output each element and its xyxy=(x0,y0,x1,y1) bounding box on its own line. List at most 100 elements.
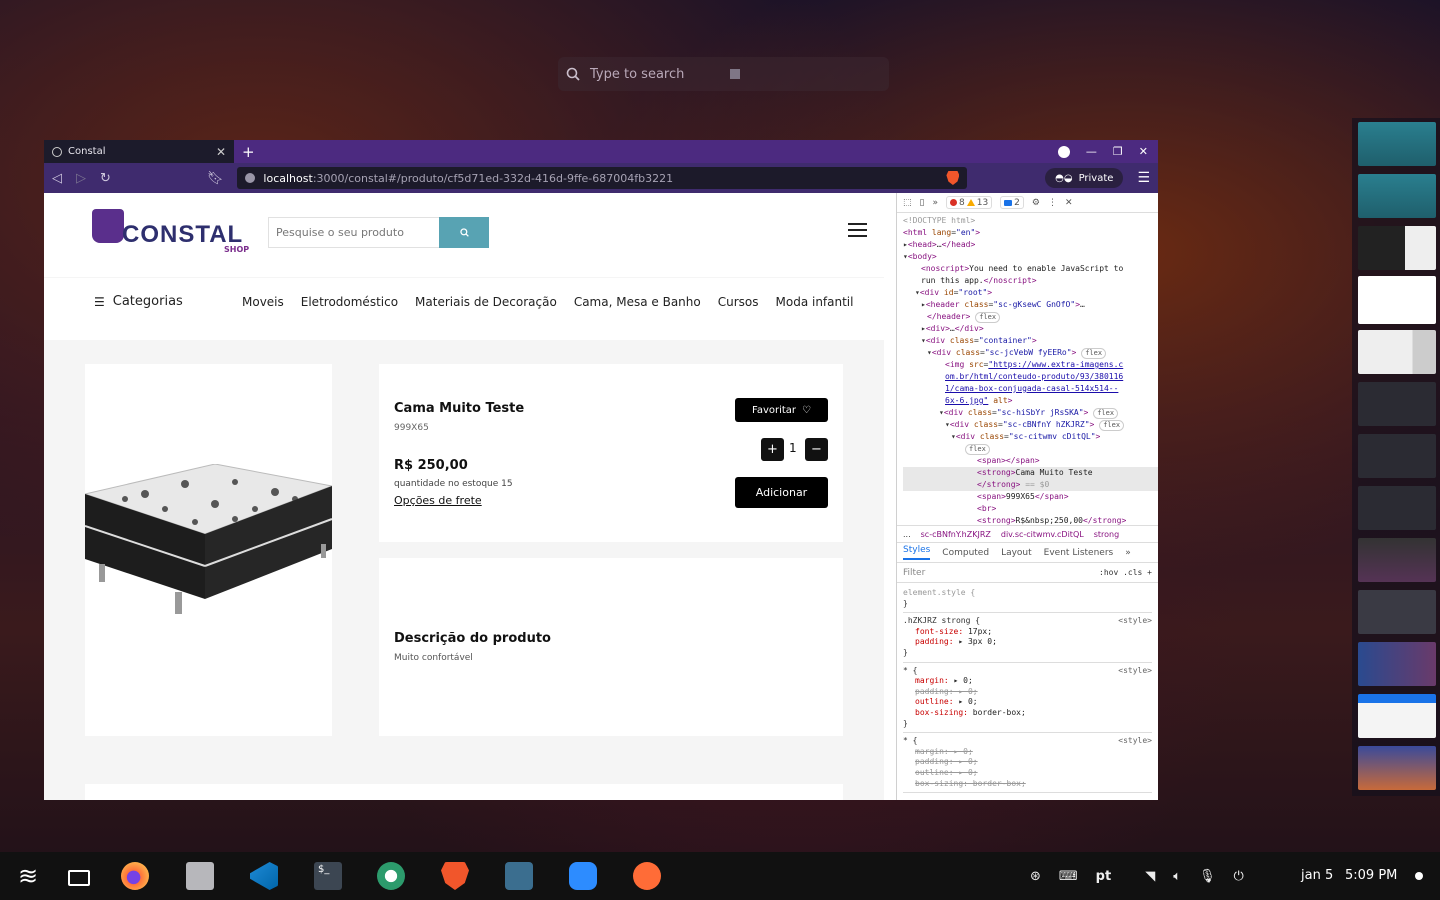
workspace-thumb[interactable] xyxy=(1358,590,1436,634)
new-tab-button[interactable]: + xyxy=(242,143,255,161)
bottom-card xyxy=(85,784,843,800)
product-search-input[interactable]: Pesquise o seu produto xyxy=(268,217,439,248)
messages-badge[interactable]: 2 xyxy=(1000,196,1024,209)
product-price: R$ 250,00 xyxy=(394,458,468,473)
workspace-thumb[interactable] xyxy=(1358,434,1436,478)
clock-time[interactable]: 5:09 PM xyxy=(1345,868,1397,883)
vscode-icon[interactable] xyxy=(250,862,278,890)
site-logo[interactable]: CONSTAL SHOP xyxy=(92,209,252,255)
workspace-thumb-active[interactable] xyxy=(1358,276,1436,324)
favorite-button[interactable]: Favoritar ♡ xyxy=(735,398,828,422)
workspaces-icon[interactable] xyxy=(68,870,90,886)
tab-layout[interactable]: Layout xyxy=(1001,548,1032,558)
workspace-thumb[interactable] xyxy=(1358,226,1436,270)
warning-count: 13 xyxy=(976,197,989,208)
workspace-thumb[interactable] xyxy=(1358,538,1436,582)
workspace-thumb[interactable] xyxy=(1358,174,1436,218)
keyboard-icon[interactable]: ⌨ xyxy=(1059,869,1078,884)
volume-icon[interactable]: 🔈︎ xyxy=(1173,869,1181,884)
back-icon[interactable]: ◁ xyxy=(52,171,62,186)
postman-icon[interactable] xyxy=(633,862,661,890)
breadcrumb-item[interactable]: ... xyxy=(903,530,911,539)
clock-date[interactable]: jan 5 xyxy=(1301,868,1333,883)
categories-menu[interactable]: ☰ Categorias xyxy=(94,294,183,309)
breadcrumb-item[interactable]: strong xyxy=(1094,530,1119,539)
tab-styles[interactable]: Styles xyxy=(903,545,931,560)
power-icon[interactable]: ⏻ xyxy=(1234,869,1244,884)
private-badge[interactable]: ◓◒ Private xyxy=(1045,168,1124,188)
shipping-options-link[interactable]: Opções de frete xyxy=(394,494,482,507)
zorin-menu-icon[interactable]: ≋ xyxy=(14,862,42,890)
tab-search-icon[interactable] xyxy=(1057,145,1070,158)
workspace-thumb[interactable] xyxy=(1358,486,1436,530)
workspace-thumb[interactable] xyxy=(1358,382,1436,426)
site-info-icon[interactable] xyxy=(245,173,256,183)
inspect-icon[interactable]: ⬚ xyxy=(903,198,912,208)
zoom-icon[interactable] xyxy=(569,862,597,890)
workspace-thumb[interactable] xyxy=(1358,122,1436,166)
quantity-decrease-button[interactable]: − xyxy=(805,438,828,461)
add-to-cart-button[interactable]: Adicionar xyxy=(735,477,828,508)
browser-menu-icon[interactable]: ☰ xyxy=(1137,170,1150,186)
brave-shields-icon[interactable] xyxy=(946,171,960,185)
address-bar[interactable]: localhost:3000/constal#/produto/cf5d71ed… xyxy=(237,167,968,189)
more-tabs-icon[interactable]: » xyxy=(932,198,938,208)
language-indicator[interactable]: pt xyxy=(1096,869,1112,884)
reload-icon[interactable]: ↻ xyxy=(100,171,111,186)
workspace-thumb[interactable] xyxy=(1358,746,1436,790)
category-link[interactable]: Cama, Mesa e Banho xyxy=(574,295,701,309)
tab-event-listeners[interactable]: Event Listeners xyxy=(1044,548,1114,558)
workspace-thumb[interactable] xyxy=(1358,642,1436,686)
filter-tools[interactable]: :hov .cls + xyxy=(1099,568,1152,577)
forward-icon[interactable]: ▷ xyxy=(76,171,86,186)
heart-icon: ♡ xyxy=(802,404,812,416)
workspace-thumb[interactable] xyxy=(1358,330,1436,374)
accessibility-icon[interactable]: ⊛ xyxy=(1030,869,1041,884)
settings-icon[interactable]: ⚙ xyxy=(1032,198,1040,208)
wifi-icon[interactable]: ◥ xyxy=(1145,869,1155,884)
browser-window: Constal ✕ + — ❐ ✕ ◁ ▷ ↻ 🔖︎ localhost:300… xyxy=(44,140,1158,800)
dom-tree[interactable]: <!DOCTYPE html> <html lang="en"> ▸<head>… xyxy=(897,213,1158,525)
category-list: Moveis Eletrodoméstico Materiais de Deco… xyxy=(242,295,853,309)
devtools-styles-tabs: Styles Computed Layout Event Listeners » xyxy=(897,543,1158,563)
microphone-icon[interactable]: 🎙︎ xyxy=(1199,869,1216,884)
breadcrumb-item[interactable]: div.sc-citwmv.cDitQL xyxy=(1001,530,1084,539)
quantity-increase-button[interactable]: + xyxy=(761,438,784,461)
system-tray: ⊛ ⌨ pt ◥ 🔈︎ 🎙︎ ⏻ xyxy=(1030,852,1244,900)
category-link[interactable]: Cursos xyxy=(718,295,759,309)
notification-dot-icon[interactable] xyxy=(1415,872,1423,880)
dbeaver-icon[interactable] xyxy=(377,862,405,890)
tab-computed[interactable]: Computed xyxy=(942,548,989,558)
desktop-search[interactable]: Type to search xyxy=(558,57,889,91)
workspace-thumb[interactable] xyxy=(1358,694,1436,738)
close-window-icon[interactable]: ✕ xyxy=(1139,145,1148,158)
brave-icon[interactable] xyxy=(441,862,469,890)
tab-constal[interactable]: Constal ✕ xyxy=(44,140,234,163)
firefox-icon[interactable] xyxy=(121,862,149,890)
close-devtools-icon[interactable]: ✕ xyxy=(1065,198,1073,208)
product-search-button[interactable] xyxy=(439,217,489,248)
issues-badge[interactable]: 8 13 xyxy=(945,196,993,209)
private-label: Private xyxy=(1078,172,1114,184)
category-link[interactable]: Moda infantil xyxy=(776,295,854,309)
taskbar: ≋ $_ ⊛ ⌨ pt ◥ 🔈︎ 🎙︎ ⏻ jan 5 5:09 PM xyxy=(0,852,1440,900)
site-menu-icon[interactable] xyxy=(848,223,867,237)
close-tab-icon[interactable]: ✕ xyxy=(216,145,226,159)
device-icon[interactable]: ▯ xyxy=(920,198,925,208)
styles-pane[interactable]: element.style {} .hZKJRZ strong { <style… xyxy=(897,583,1158,795)
styles-filter[interactable]: Filter :hov .cls + xyxy=(897,563,1158,583)
devtools-toolbar: ⬚ ▯ » 8 13 2 ⚙ ⋮ ✕ xyxy=(897,193,1158,213)
terminal-icon[interactable]: $_ xyxy=(314,862,342,890)
category-link[interactable]: Eletrodoméstico xyxy=(301,295,398,309)
restore-icon[interactable]: ❐ xyxy=(1113,145,1123,158)
category-link[interactable]: Materiais de Decoração xyxy=(415,295,557,309)
files-icon[interactable] xyxy=(186,862,214,890)
minimize-icon[interactable]: — xyxy=(1086,145,1097,158)
bookmark-icon[interactable]: 🔖︎ xyxy=(207,171,224,186)
tab-more[interactable]: » xyxy=(1125,548,1131,558)
category-link[interactable]: Moveis xyxy=(242,295,284,309)
breadcrumb-item[interactable]: sc-cBNfnY.hZKJRZ xyxy=(921,530,991,539)
kebab-icon[interactable]: ⋮ xyxy=(1048,198,1057,208)
url-host: localhost xyxy=(263,171,313,185)
mysql-workbench-icon[interactable] xyxy=(505,862,533,890)
